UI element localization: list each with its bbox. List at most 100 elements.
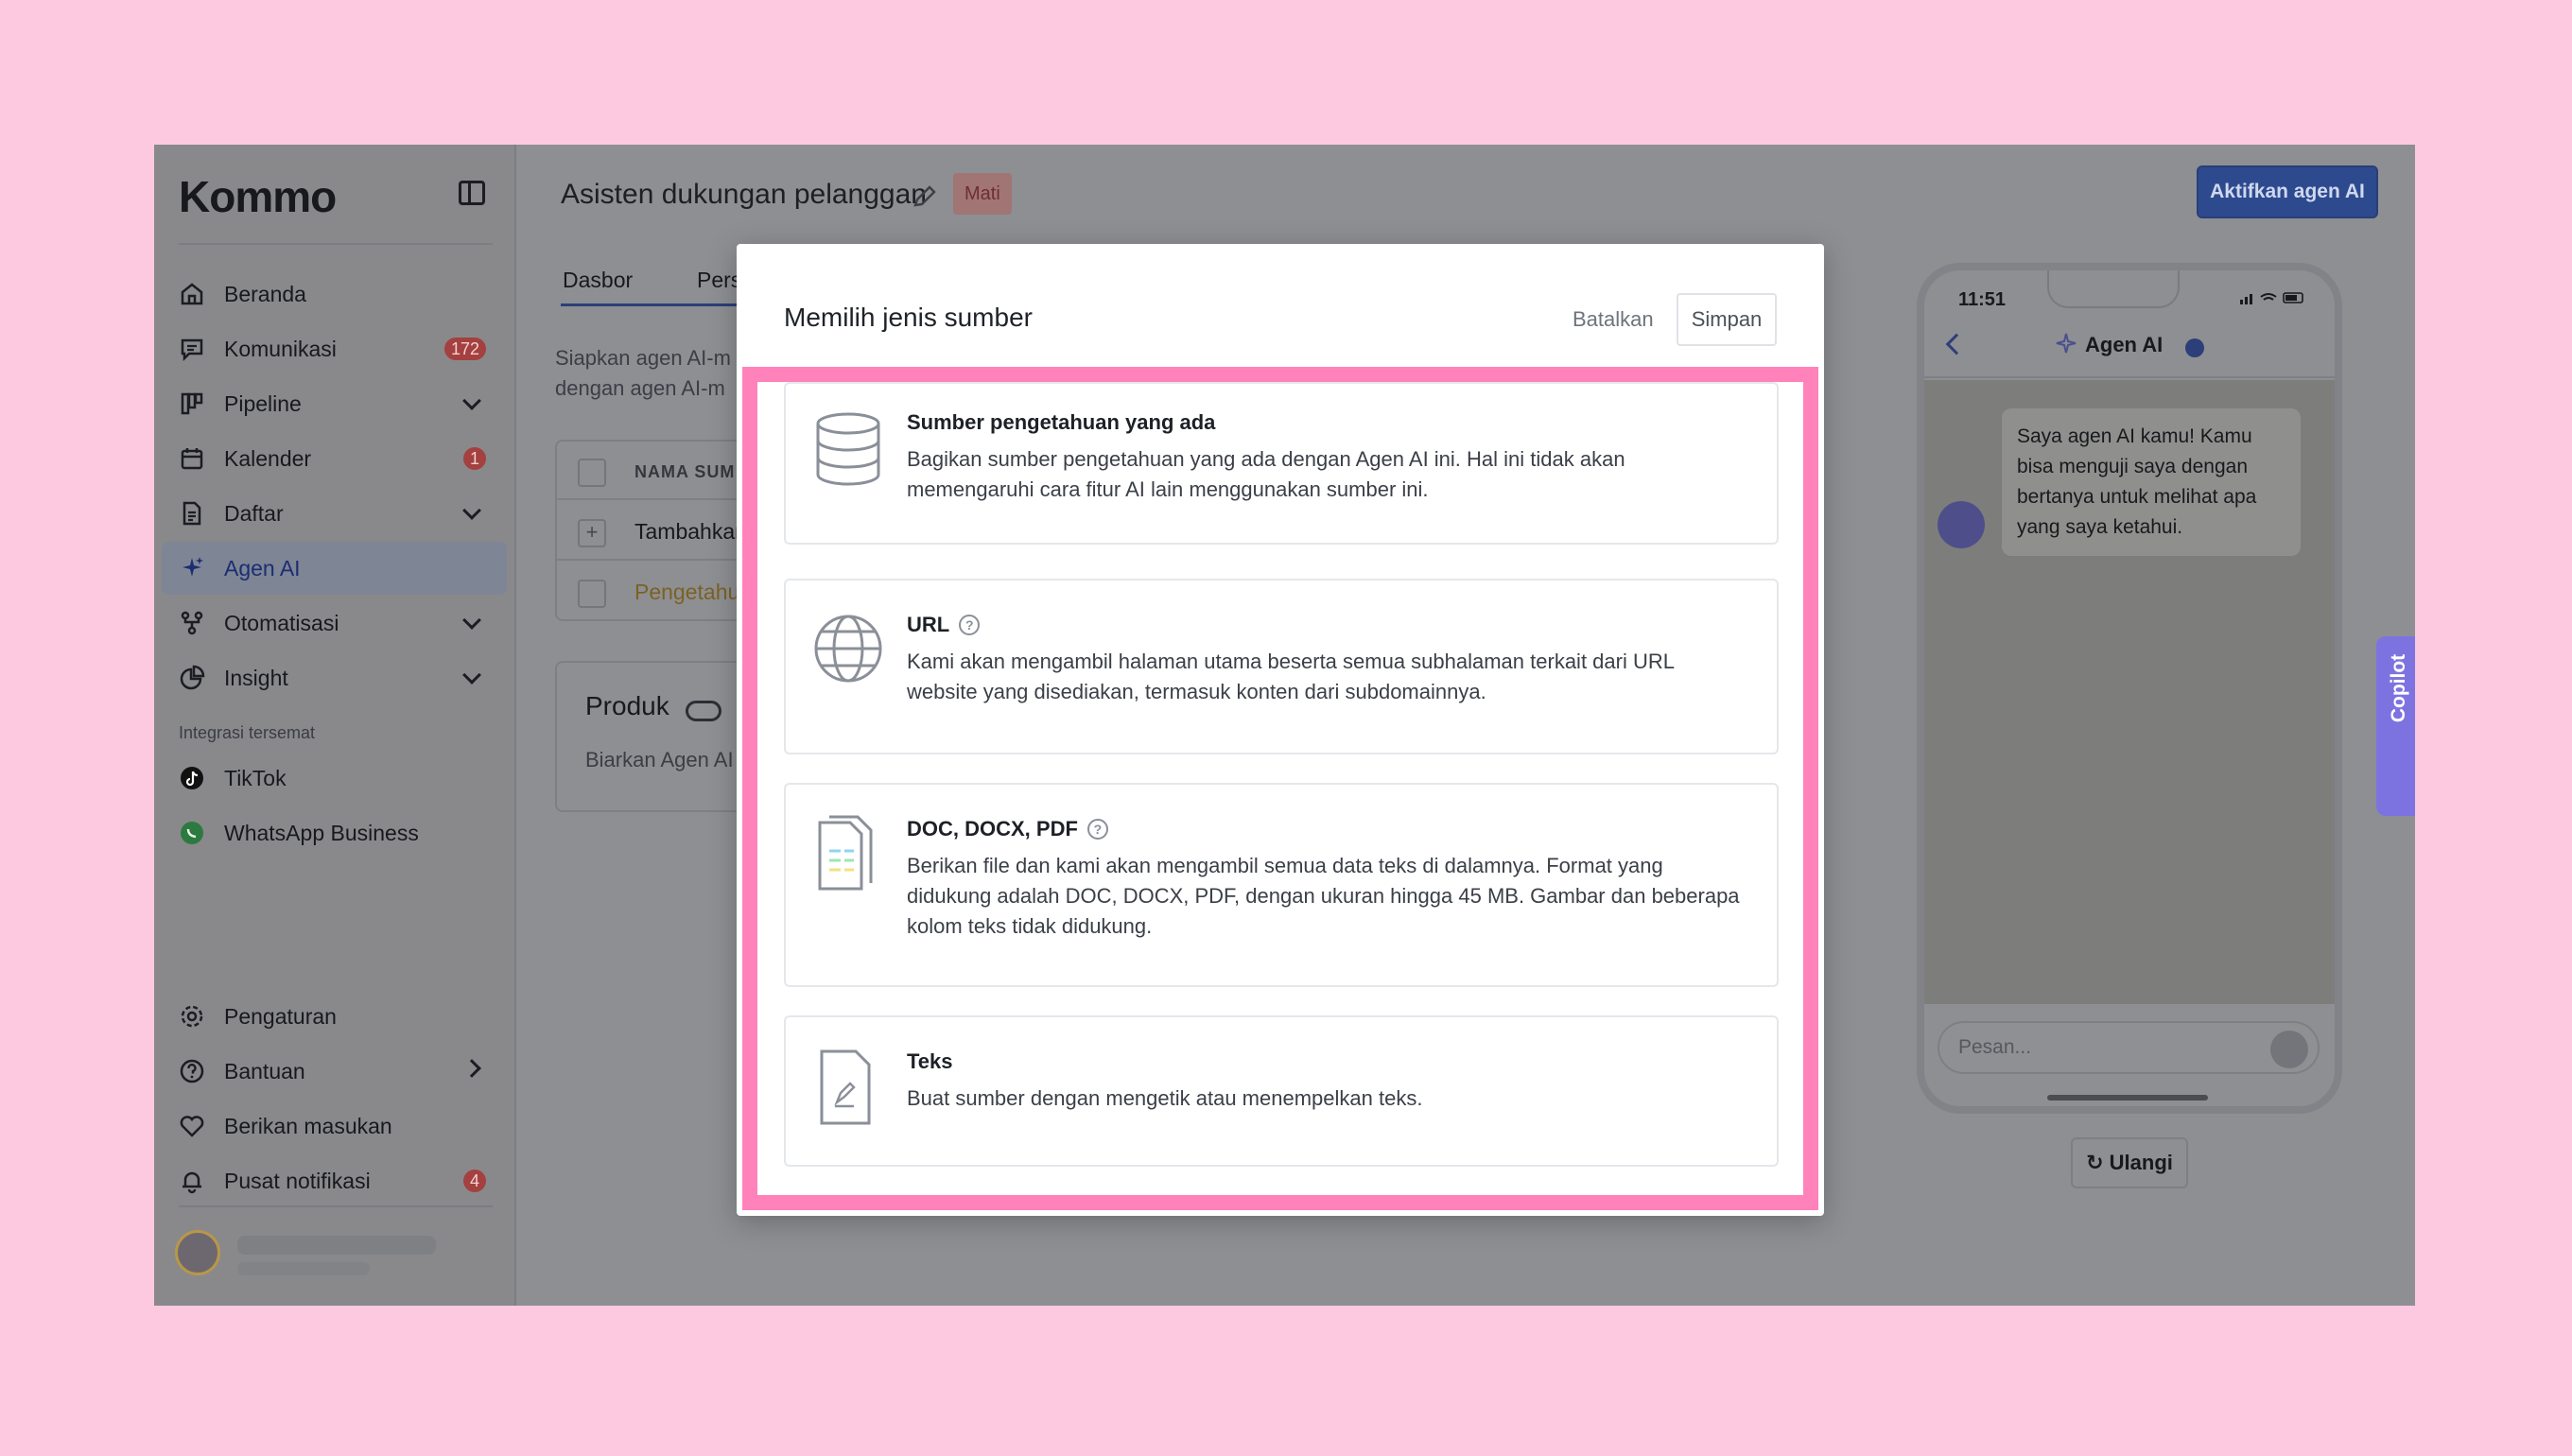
list-doc-icon [182, 501, 201, 526]
blurred-account [237, 1262, 370, 1275]
produk-subtitle: Biarkan Agen AI [585, 748, 734, 771]
help-icon[interactable]: ? [1086, 819, 1108, 840]
agent-message: Saya agen AI kamu! Kamu bisa menguji say… [2002, 408, 2301, 556]
chat-icon [181, 338, 203, 362]
sidebar-item-pusat-notifikasi[interactable]: Pusat notifikasi 4 [162, 1154, 507, 1207]
sidebar-toggle-icon[interactable] [459, 181, 485, 205]
desc-line: kolom teks tidak didukung. [907, 914, 1153, 938]
chevron-down-icon [462, 666, 481, 685]
send-icon[interactable] [2270, 1031, 2308, 1068]
intro-line: dengan agen AI-m [555, 376, 725, 400]
input-placeholder: Pesan... [1958, 1036, 2032, 1058]
desc-line: Buat sumber dengan mengetik atau menempe… [907, 1086, 1423, 1110]
desc-line: Kami akan mengambil halaman utama besert… [907, 650, 1675, 673]
tab-dasbor[interactable]: Dasbor [563, 268, 633, 293]
produk-toggle[interactable] [686, 701, 721, 721]
sidebar-item-whatsapp[interactable]: WhatsApp Business [162, 806, 507, 859]
home-icon [181, 283, 203, 305]
sidebar-item-tiktok[interactable]: TikTok [162, 752, 507, 805]
sidebar-item-label: Bantuan [224, 1059, 305, 1083]
retry-button[interactable]: ↻ Ulangi [2071, 1137, 2188, 1188]
database-icon [816, 412, 880, 486]
sidebar-item-berikan-masukan[interactable]: Berikan masukan [162, 1100, 507, 1153]
sidebar-item-label: Kalender [224, 446, 312, 471]
sidebar-item-insight[interactable]: Insight [162, 651, 507, 704]
sidebar-item-label: Otomatisasi [224, 611, 339, 635]
option-url[interactable]: URL? Kami akan mengambil halaman utama b… [784, 579, 1779, 754]
sidebar-item-label: Insight [224, 666, 288, 690]
phone-time: 11:51 [1958, 289, 2007, 310]
desc-line: website yang disediakan, termasuk konten… [907, 680, 1486, 703]
cancel-button[interactable]: Batalkan [1565, 293, 1661, 346]
phone-notch [2047, 270, 2180, 308]
sidebar-item-komunikasi[interactable]: Komunikasi 172 [162, 322, 507, 375]
page-title: Asisten dukungan pelanggan [561, 179, 927, 210]
tiktok-icon [181, 767, 203, 789]
option-existing-knowledge[interactable]: Sumber pengetahuan yang ada Bagikan sumb… [784, 382, 1779, 545]
chat-area: Saya agen AI kamu! Kamu bisa menguji say… [1924, 380, 2335, 1004]
select-source-type-modal: Memilih jenis sumber Batalkan Simpan Sum… [737, 244, 1824, 1216]
option-text[interactable]: Teks Buat sumber dengan mengetik atau me… [784, 1015, 1779, 1167]
pipeline-icon [181, 392, 203, 415]
option-title: Sumber pengetahuan yang ada [907, 410, 1216, 434]
modal-title: Memilih jenis sumber [784, 303, 1033, 332]
back-icon[interactable] [1945, 333, 1968, 355]
sidebar-item-bantuan[interactable]: Bantuan [162, 1045, 507, 1098]
message-input[interactable]: Pesan... [1938, 1021, 2320, 1074]
help-icon[interactable]: ? [959, 615, 981, 635]
option-documents[interactable]: DOC, DOCX, PDF? Berikan file dan kami ak… [784, 783, 1779, 987]
option-title: Teks [907, 1049, 953, 1073]
sidebar-item-pengaturan[interactable]: Pengaturan [162, 990, 507, 1043]
documents-icon [818, 815, 873, 891]
agent-name: Agen AI [2085, 333, 2164, 356]
sidebar-item-label: Beranda [224, 282, 306, 306]
edit-pencil-icon[interactable] [911, 182, 939, 211]
sidebar-item-label: Pusat notifikasi [224, 1169, 371, 1193]
kommo-logo[interactable]: Kommo [179, 171, 337, 222]
sidebar-item-label: Komunikasi [224, 337, 337, 361]
save-button[interactable]: Simpan [1677, 293, 1777, 346]
copilot-label: Copilot [2388, 653, 2409, 723]
option-title: URL? [907, 613, 981, 637]
integrations-heading: Integrasi tersemat [179, 723, 316, 742]
sidebar-item-daftar[interactable]: Daftar [162, 487, 507, 540]
pie-chart-icon [180, 665, 205, 690]
option-description: Kami akan mengambil halaman utama besert… [907, 647, 1758, 707]
automation-icon [181, 611, 203, 635]
desc-line: Berikan file dan kami akan mengambil sem… [907, 854, 1663, 877]
produk-title: Produk [585, 691, 669, 720]
gear-icon [181, 1005, 203, 1028]
activate-ai-agent-button[interactable]: Aktifkan agen AI [2197, 165, 2378, 218]
sidebar-item-label: Pipeline [224, 391, 302, 416]
sidebar-item-label: WhatsApp Business [224, 821, 419, 845]
row-checkbox[interactable] [578, 580, 606, 608]
sidebar-item-otomatisasi[interactable]: Otomatisasi [162, 597, 507, 650]
add-source-label: Tambahkan [634, 519, 747, 544]
sparkle-icon [2056, 333, 2077, 354]
sidebar-item-label: Berikan masukan [224, 1114, 392, 1138]
bot-avatar-icon [1938, 501, 1985, 548]
chevron-down-icon [462, 501, 481, 520]
count-badge: 1 [462, 447, 486, 470]
sidebar-item-beranda[interactable]: Beranda [162, 268, 507, 321]
select-all-checkbox[interactable] [578, 459, 606, 487]
option-title-text: URL [907, 613, 950, 636]
whatsapp-icon [181, 822, 203, 844]
app-window: Kommo Beranda Komunikasi 172 Pipeline Ka… [154, 145, 2415, 1306]
tab-pers[interactable]: Pers [697, 268, 741, 293]
option-title: DOC, DOCX, PDF? [907, 817, 1108, 841]
sidebar-item-label: Pengaturan [224, 1004, 337, 1029]
chevron-down-icon [462, 611, 481, 630]
chat-header: Agen AI [1924, 318, 2335, 378]
chevron-down-icon [462, 391, 481, 410]
desc-line: didukung adalah DOC, DOCX, PDF, dengan u… [907, 884, 1740, 908]
sidebar-item-label: TikTok [224, 766, 287, 790]
column-header-name: NAMA SUM [634, 462, 736, 481]
desc-line: Bagikan sumber pengetahuan yang ada deng… [907, 447, 1625, 471]
sidebar-item-pipeline[interactable]: Pipeline [162, 377, 507, 430]
divider [179, 1205, 493, 1207]
blurred-username [237, 1236, 436, 1255]
copilot-tab[interactable]: Copilot [2376, 636, 2415, 816]
sidebar-item-agen-ai[interactable]: Agen AI [162, 542, 507, 595]
sidebar-item-kalender[interactable]: Kalender 1 [162, 432, 507, 485]
